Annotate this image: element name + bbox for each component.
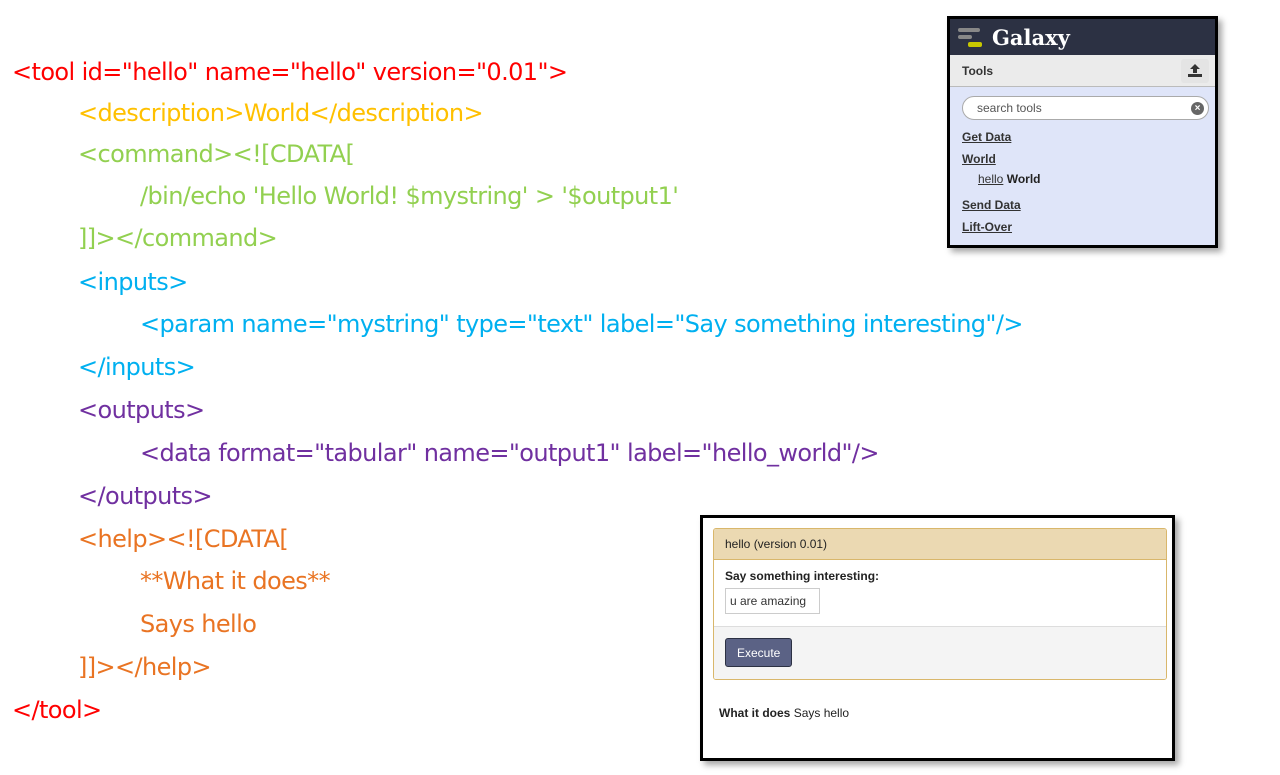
tools-header: Tools bbox=[950, 55, 1215, 87]
code-line-inputs-open: <inputs> bbox=[78, 268, 188, 296]
tool-item-hello[interactable]: hello World bbox=[978, 172, 1203, 186]
upload-button[interactable] bbox=[1181, 58, 1209, 83]
tool-form-body: Say something interesting: bbox=[714, 560, 1166, 626]
code-line-tool-open: <tool id="hello" name="hello" version="0… bbox=[12, 58, 568, 86]
section-send-data[interactable]: Send Data bbox=[962, 198, 1203, 212]
section-get-data[interactable]: Get Data bbox=[962, 130, 1203, 144]
code-line-help-body: Says hello bbox=[140, 610, 257, 638]
code-line-help-heading: **What it does** bbox=[140, 567, 331, 595]
code-line-command-body: /bin/echo 'Hello World! $mystring' > '$o… bbox=[140, 182, 679, 210]
tool-help: What it does Says hello bbox=[719, 706, 849, 720]
tools-title: Tools bbox=[962, 63, 994, 78]
code-line-inputs-close: </inputs> bbox=[78, 353, 196, 381]
code-line-help-open: <help><![CDATA[ bbox=[78, 525, 289, 553]
clear-search-icon[interactable]: × bbox=[1191, 101, 1204, 115]
tool-description: World bbox=[1006, 172, 1041, 186]
code-line-help-close: ]]></help> bbox=[78, 653, 212, 681]
tool-link-hello[interactable]: hello bbox=[978, 172, 1003, 186]
tool-form-panel: hello (version 0.01) Say something inter… bbox=[700, 515, 1175, 761]
help-body: Says hello bbox=[793, 706, 850, 720]
mystring-input[interactable] bbox=[725, 588, 820, 614]
code-line-outputs-open: <outputs> bbox=[78, 396, 205, 424]
tool-search-field: × bbox=[962, 96, 1209, 120]
code-line-command-open: <command><![CDATA[ bbox=[78, 140, 355, 168]
galaxy-logo-icon[interactable] bbox=[958, 26, 986, 48]
upload-icon bbox=[1188, 64, 1202, 77]
code-line-description: <description>World</description> bbox=[78, 99, 484, 127]
galaxy-masthead: Galaxy bbox=[950, 19, 1215, 55]
tool-form-title: hello (version 0.01) bbox=[714, 529, 1166, 560]
execute-button[interactable]: Execute bbox=[725, 638, 793, 667]
tool-form-card: hello (version 0.01) Say something inter… bbox=[713, 528, 1167, 680]
code-line-param: <param name="mystring" type="text" label… bbox=[140, 310, 1023, 338]
tool-list: Get Data World hello World Send Data Lif… bbox=[950, 120, 1215, 245]
section-world[interactable]: World bbox=[962, 152, 1203, 166]
tool-form-footer: Execute bbox=[714, 626, 1166, 679]
code-line-tool-close: </tool> bbox=[12, 696, 102, 724]
galaxy-brand[interactable]: Galaxy bbox=[992, 25, 1070, 50]
section-lift-over[interactable]: Lift-Over bbox=[962, 220, 1203, 234]
code-line-outputs-close: </outputs> bbox=[78, 482, 213, 510]
galaxy-tool-panel: Galaxy Tools × Get Data World hello Worl… bbox=[947, 16, 1218, 248]
code-line-data: <data format="tabular" name="output1" la… bbox=[140, 439, 880, 467]
help-heading: What it does bbox=[719, 706, 791, 720]
tool-search-input[interactable] bbox=[977, 101, 1157, 115]
param-label: Say something interesting: bbox=[725, 569, 880, 583]
code-line-command-close: ]]></command> bbox=[78, 224, 278, 252]
